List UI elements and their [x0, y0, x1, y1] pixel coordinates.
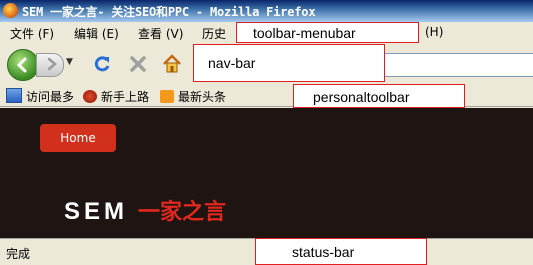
forward-arrow-icon	[47, 57, 57, 71]
annotation-personaltoolbar: personaltoolbar	[293, 84, 465, 108]
page-content: Home SEM 一家之言	[0, 108, 533, 238]
menu-edit[interactable]: 编辑 (E)	[74, 25, 119, 42]
back-arrow-icon	[16, 57, 27, 73]
annotation-menubar: toolbar-menubar	[236, 22, 419, 43]
home-link-button[interactable]: Home	[40, 124, 116, 152]
bookmark-label: 新手上路	[101, 90, 150, 104]
history-dropdown-icon[interactable]: ▼	[66, 57, 73, 67]
bookmark-page-icon	[6, 88, 22, 103]
reload-icon[interactable]	[92, 54, 112, 74]
forward-button[interactable]	[36, 53, 64, 77]
menu-file[interactable]: 文件 (F)	[10, 25, 54, 42]
status-text: 完成	[6, 247, 31, 261]
firefox-icon	[3, 3, 18, 18]
bookmark-most-visited[interactable]: 访问最多	[6, 88, 74, 105]
window-title: SEM 一家之言- 关注SEO和PPC - Mozilla Firefox	[22, 5, 316, 19]
menu-help[interactable]: (H)	[425, 25, 443, 39]
bookmark-label: 最新头条	[178, 90, 227, 104]
annotation-label: personaltoolbar	[313, 89, 410, 105]
logo-cn-text: 一家之言	[138, 200, 227, 225]
back-button[interactable]	[7, 49, 39, 81]
menu-history[interactable]: 历史	[202, 25, 226, 42]
url-input[interactable]	[384, 53, 533, 77]
bookmark-label: 访问最多	[26, 90, 75, 104]
annotation-navbar: nav-bar	[193, 44, 385, 82]
menu-view[interactable]: 查看 (V)	[138, 25, 183, 42]
site-logo[interactable]: SEM 一家之言	[64, 194, 226, 226]
annotation-statusbar: status-bar	[255, 238, 427, 265]
stop-icon[interactable]	[128, 54, 148, 74]
bookmark-latest-headlines[interactable]: 最新头条	[160, 88, 226, 105]
annotation-label: toolbar-menubar	[253, 25, 356, 41]
annotation-label: nav-bar	[208, 55, 256, 71]
rss-feed-icon	[160, 90, 174, 103]
home-icon[interactable]	[161, 53, 183, 75]
title-bar: SEM 一家之言- 关注SEO和PPC - Mozilla Firefox	[0, 0, 533, 22]
annotation-label: status-bar	[292, 244, 355, 260]
firefox-bookmark-icon	[83, 90, 97, 103]
bookmark-getting-started[interactable]: 新手上路	[83, 88, 149, 105]
logo-sem-text: SEM	[64, 198, 129, 225]
